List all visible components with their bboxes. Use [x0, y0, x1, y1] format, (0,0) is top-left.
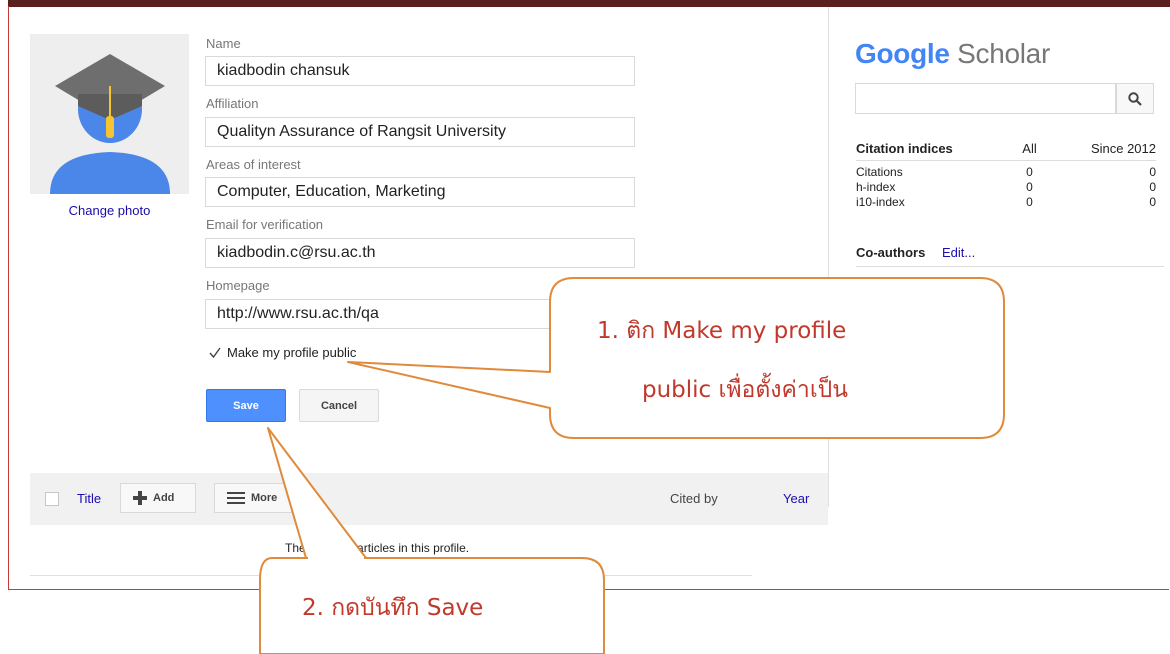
- callout-1-text-line1: 1. ติก Make my profile: [597, 318, 847, 344]
- callout-2-text: 2. กดบันทึก Save: [302, 595, 484, 621]
- callout-2-pointer: [267, 427, 367, 559]
- callout-1-shape: [347, 277, 1005, 439]
- callout-1-text-line2: public เพื่อตั้งค่าเป็น: [642, 377, 849, 403]
- callout-overlay: [259, 277, 1005, 654]
